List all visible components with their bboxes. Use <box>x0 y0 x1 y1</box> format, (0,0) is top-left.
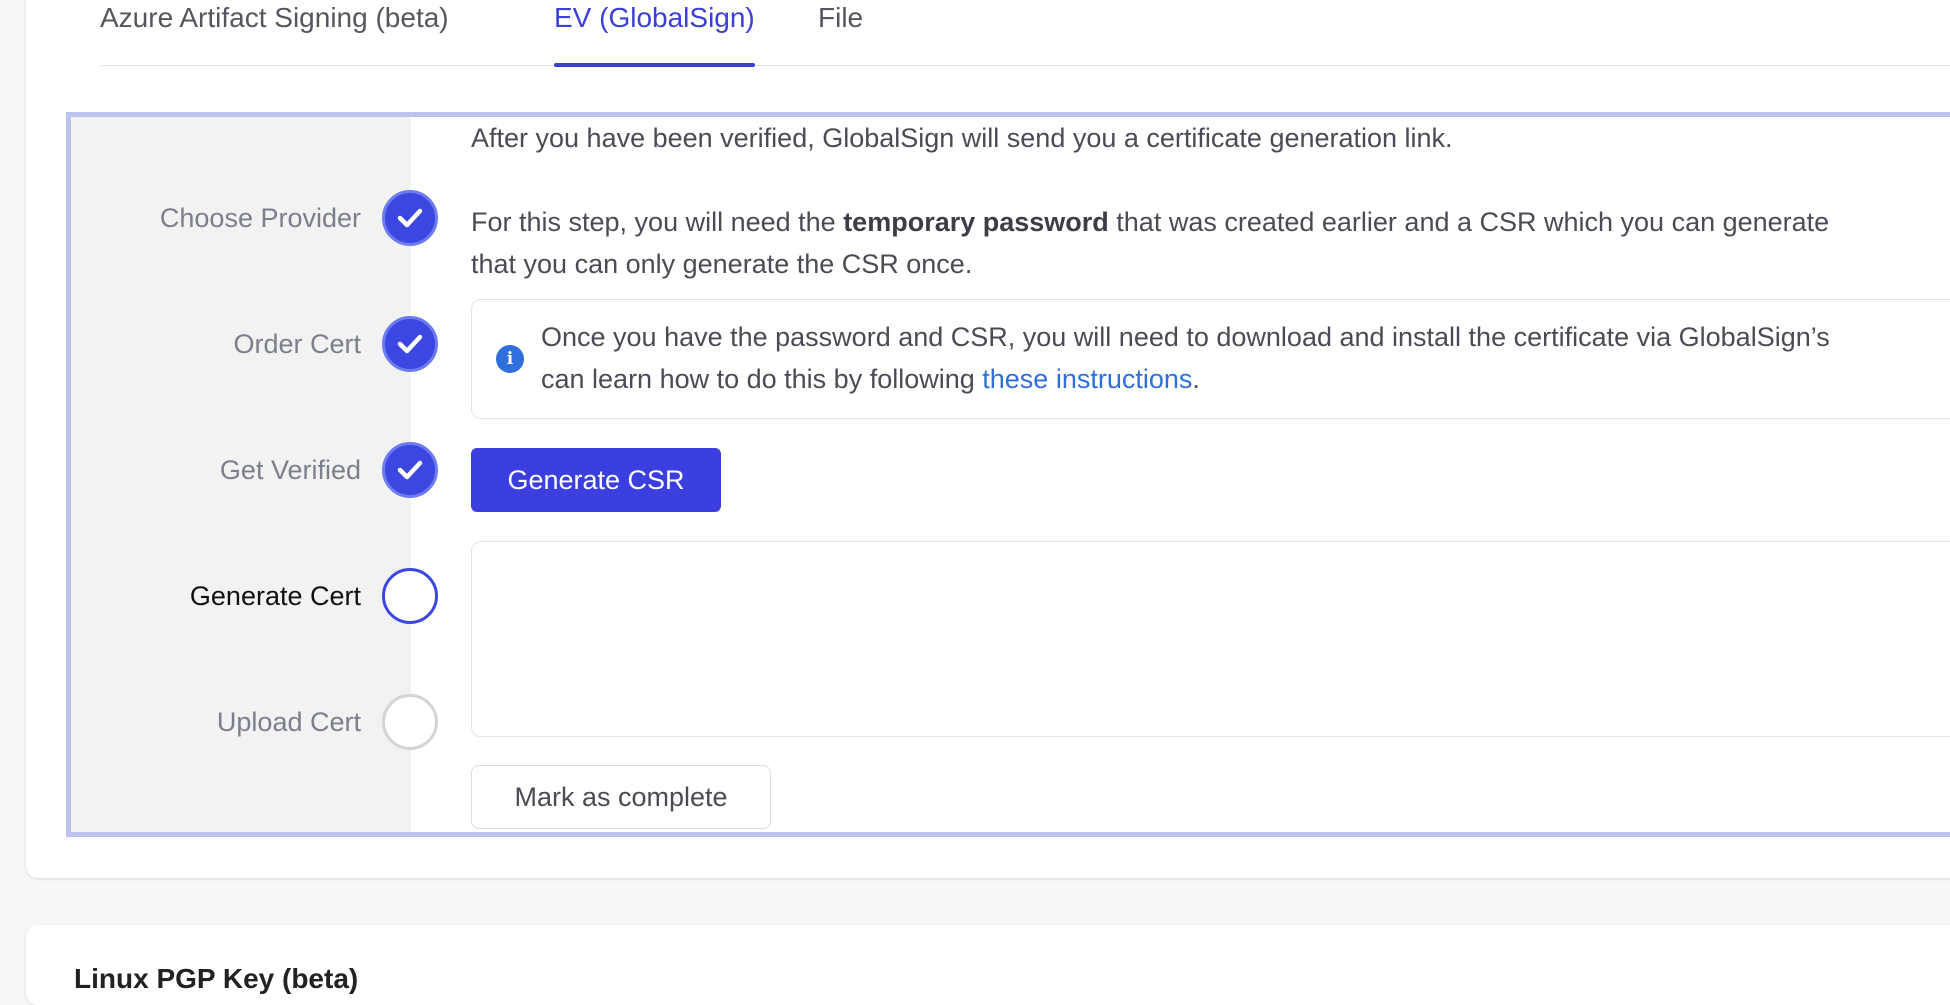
info-callout: i Once you have the password and CSR, yo… <box>471 299 1950 419</box>
step-generate-cert[interactable]: Generate Cert <box>71 567 501 627</box>
step-get-verified[interactable]: Get Verified <box>71 441 501 501</box>
step-complete-check-icon <box>382 442 438 498</box>
info-line-1: Once you have the password and CSR, you … <box>541 322 1830 352</box>
linux-pgp-key-card: Linux PGP Key (beta) <box>26 925 1950 1005</box>
step-choose-provider[interactable]: Choose Provider <box>71 189 501 249</box>
step-label[interactable]: Choose Provider <box>160 203 361 234</box>
step-complete-check-icon <box>382 316 438 372</box>
step-pending-circle-icon <box>382 694 438 750</box>
instructions-link[interactable]: these instructions <box>982 364 1192 394</box>
csr-output-textarea[interactable] <box>471 541 1950 737</box>
step-label[interactable]: Generate Cert <box>190 581 361 612</box>
step-text-after: that was created earlier and a CSR which… <box>1108 207 1830 237</box>
mark-as-complete-button[interactable]: Mark as complete <box>471 765 771 829</box>
tab-azure-artifact-signing[interactable]: Azure Artifact Signing (beta) <box>100 2 449 66</box>
step-label[interactable]: Order Cert <box>233 329 361 360</box>
step-current-circle-icon <box>382 568 438 624</box>
step-instructions: For this step, you will need the tempora… <box>471 201 1829 243</box>
step-label[interactable]: Get Verified <box>220 455 361 486</box>
info-line-2: can learn how to do this by following th… <box>541 358 1830 400</box>
provider-tabs: Azure Artifact Signing (beta) EV (Global… <box>100 0 1950 67</box>
temporary-password-text: temporary password <box>843 207 1109 237</box>
section-title: Linux PGP Key (beta) <box>74 963 359 994</box>
step-complete-check-icon <box>382 190 438 246</box>
verified-text: After you have been verified, GlobalSign… <box>471 123 1453 153</box>
info-line-2-before: can learn how to do this by following <box>541 364 983 394</box>
step-content: After you have been verified, GlobalSign… <box>471 117 1950 832</box>
certificate-wizard: Choose Provider Order Cert Get Verified … <box>66 112 1950 837</box>
info-line-2-after: . <box>1192 364 1200 394</box>
step-instructions-line2: that you can only generate the CSR once. <box>471 249 973 279</box>
tab-ev-globalsign[interactable]: EV (GlobalSign) <box>554 2 755 67</box>
info-icon: i <box>496 345 524 373</box>
info-text: Once you have the password and CSR, you … <box>541 316 1830 400</box>
step-upload-cert[interactable]: Upload Cert <box>71 693 501 753</box>
step-text-before: For this step, you will need the <box>471 207 844 237</box>
tab-file[interactable]: File <box>818 2 863 66</box>
step-order-cert[interactable]: Order Cert <box>71 315 501 375</box>
generate-csr-button[interactable]: Generate CSR <box>471 448 721 512</box>
step-label[interactable]: Upload Cert <box>217 707 361 738</box>
